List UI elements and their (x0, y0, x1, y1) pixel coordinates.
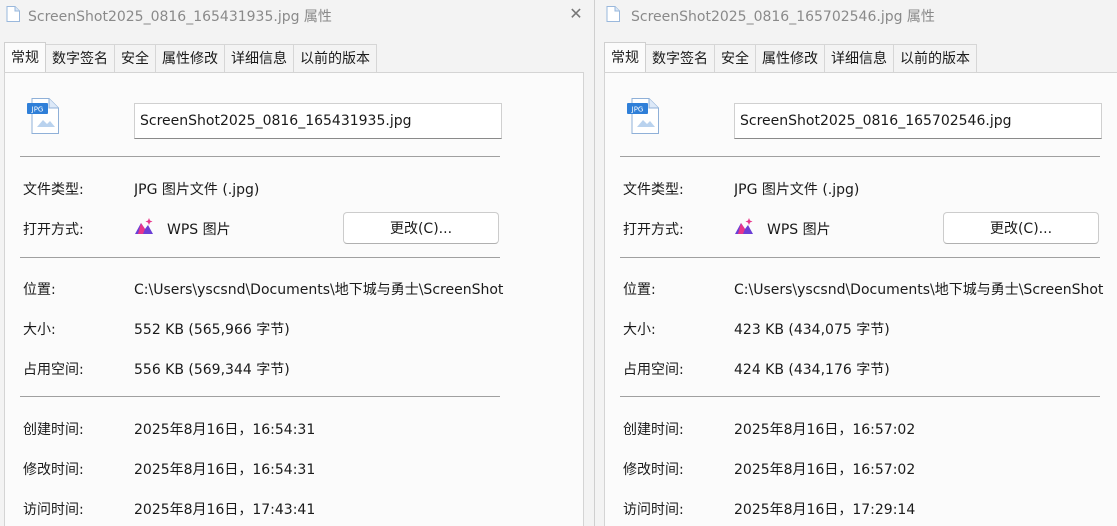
disk-size-label: 占用空间: (623, 362, 684, 378)
size-value: 552 KB (565,966 字节) (134, 322, 290, 338)
tab-previous-versions[interactable]: 以前的版本 (893, 44, 977, 72)
accessed-label: 访问时间: (623, 502, 684, 518)
window-title: ScreenShot2025_0816_165702546.jpg 属性 (631, 9, 935, 25)
divider (20, 257, 500, 258)
location-value: C:\Users\yscsnd\Documents\地下城与勇士\ScreenS… (134, 282, 504, 298)
file-icon-label: JPG (631, 106, 644, 114)
file-icon-label: JPG (31, 106, 44, 114)
jpg-file-icon: JPG (627, 98, 659, 134)
accessed-label: 访问时间: (23, 502, 84, 518)
general-panel: JPG 文件类型: JPG 图片文件 (.jpg) 打开方式: WPS 图片 更… (604, 72, 1117, 526)
disk-size-value: 424 KB (434,176 字节) (734, 362, 890, 378)
change-button[interactable]: 更改(C)... (943, 212, 1099, 244)
divider (20, 396, 500, 397)
tab-previous-versions[interactable]: 以前的版本 (293, 44, 377, 72)
divider (620, 396, 1100, 397)
accessed-value: 2025年8月16日，17:29:14 (734, 502, 916, 518)
tab-attribute-modify[interactable]: 属性修改 (155, 44, 225, 72)
tab-digital-signature[interactable]: 数字签名 (645, 44, 715, 72)
divider (620, 257, 1100, 258)
file-name-input[interactable] (134, 103, 502, 139)
tab-general[interactable]: 常规 (4, 42, 46, 72)
tab-general[interactable]: 常规 (604, 42, 646, 72)
general-panel: JPG 文件类型: JPG 图片文件 (.jpg) 打开方式: WPS 图片 更… (4, 72, 584, 526)
file-type-value: JPG 图片文件 (.jpg) (134, 182, 260, 198)
location-label: 位置: (623, 282, 656, 298)
properties-window-right: ScreenShot2025_0816_165702546.jpg 属性 常规 … (594, 0, 1117, 526)
close-icon[interactable]: ✕ (568, 5, 584, 23)
accessed-value: 2025年8月16日，17:43:41 (134, 502, 316, 518)
disk-size-value: 556 KB (569,344 字节) (134, 362, 290, 378)
file-icon (606, 6, 620, 22)
size-label: 大小: (623, 322, 656, 338)
wps-picture-icon (735, 218, 753, 234)
wps-picture-icon (135, 218, 153, 234)
tab-details[interactable]: 详细信息 (824, 44, 894, 72)
modified-label: 修改时间: (23, 462, 84, 478)
tab-bar: 常规 数字签名 安全 属性修改 详细信息 以前的版本 (4, 42, 377, 72)
tab-bar: 常规 数字签名 安全 属性修改 详细信息 以前的版本 (604, 42, 977, 72)
created-value: 2025年8月16日，16:54:31 (134, 422, 316, 438)
properties-window-left: ScreenShot2025_0816_165431935.jpg 属性 ✕ 常… (0, 0, 594, 526)
window-title: ScreenShot2025_0816_165431935.jpg 属性 (28, 9, 332, 25)
tab-details[interactable]: 详细信息 (224, 44, 294, 72)
size-label: 大小: (23, 322, 56, 338)
modified-value: 2025年8月16日，16:54:31 (134, 462, 316, 478)
location-label: 位置: (23, 282, 56, 298)
divider (20, 156, 500, 157)
tab-security[interactable]: 安全 (114, 44, 156, 72)
tab-digital-signature[interactable]: 数字签名 (45, 44, 115, 72)
open-with-app: WPS 图片 (167, 222, 231, 238)
modified-label: 修改时间: (623, 462, 684, 478)
open-with-label: 打开方式: (623, 222, 684, 238)
created-label: 创建时间: (623, 422, 684, 438)
file-type-label: 文件类型: (623, 182, 684, 198)
tab-security[interactable]: 安全 (714, 44, 756, 72)
file-name-input[interactable] (734, 103, 1102, 139)
location-value: C:\Users\yscsnd\Documents\地下城与勇士\ScreenS… (734, 282, 1104, 298)
change-button[interactable]: 更改(C)... (343, 212, 499, 244)
size-value: 423 KB (434,075 字节) (734, 322, 890, 338)
jpg-file-icon: JPG (27, 98, 59, 134)
tab-attribute-modify[interactable]: 属性修改 (755, 44, 825, 72)
open-with-app: WPS 图片 (767, 222, 831, 238)
created-label: 创建时间: (23, 422, 84, 438)
divider (620, 156, 1100, 157)
created-value: 2025年8月16日，16:57:02 (734, 422, 916, 438)
file-icon (6, 6, 20, 22)
file-type-label: 文件类型: (23, 182, 84, 198)
title-bar[interactable]: ScreenShot2025_0816_165431935.jpg 属性 ✕ (0, 0, 594, 30)
file-type-value: JPG 图片文件 (.jpg) (734, 182, 860, 198)
open-with-label: 打开方式: (23, 222, 84, 238)
disk-size-label: 占用空间: (23, 362, 84, 378)
title-bar[interactable]: ScreenShot2025_0816_165702546.jpg 属性 (595, 0, 1117, 30)
modified-value: 2025年8月16日，16:57:02 (734, 462, 916, 478)
